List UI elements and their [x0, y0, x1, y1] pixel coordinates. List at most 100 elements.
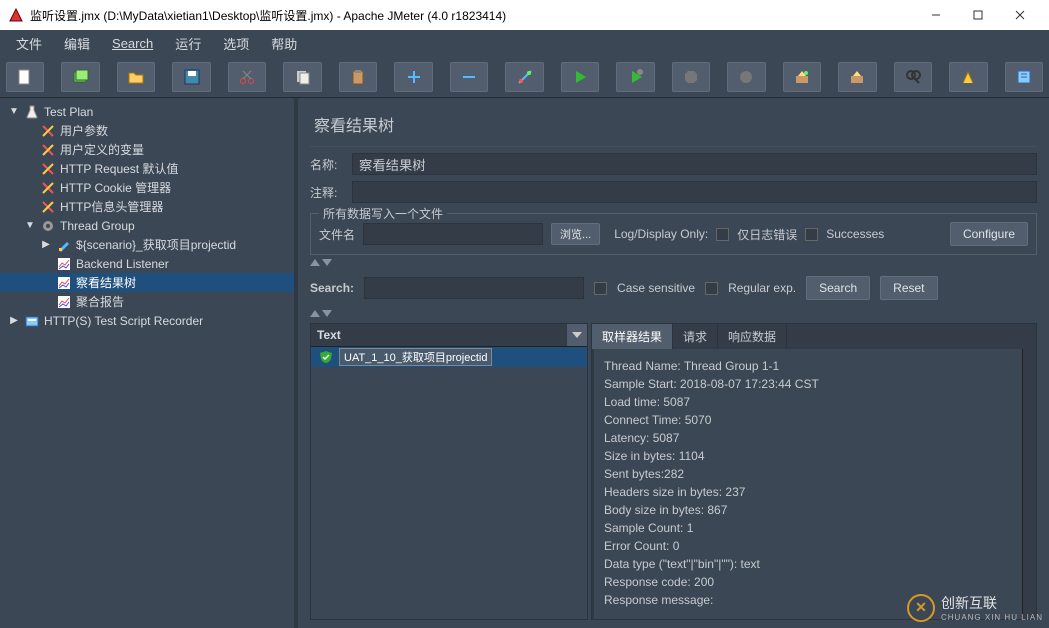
errors-only-label: 仅日志错误: [737, 226, 797, 243]
new-button[interactable]: [6, 62, 44, 92]
templates-button[interactable]: [61, 62, 99, 92]
tree-node[interactable]: 用户参数: [0, 121, 294, 140]
tree-node[interactable]: 用户定义的变量: [0, 140, 294, 159]
close-button[interactable]: [999, 1, 1041, 29]
wrench-icon: [40, 142, 56, 158]
detail-line: Response code: 200: [604, 573, 1012, 591]
case-sensitive-label: Case sensitive: [617, 281, 695, 295]
filename-input[interactable]: [363, 223, 543, 245]
wrench-icon: [40, 180, 56, 196]
tree-node-label: 聚合报告: [76, 293, 124, 310]
successes-checkbox[interactable]: [805, 228, 818, 241]
tree-toggle-icon[interactable]: ▼: [24, 220, 36, 231]
minimize-button[interactable]: [915, 1, 957, 29]
search-label: Search:: [310, 281, 354, 295]
shutdown-button[interactable]: [727, 62, 765, 92]
tree-toggle-icon[interactable]: ▼: [8, 106, 20, 117]
watermark-main: 创新互联: [941, 593, 1043, 613]
search-input[interactable]: [364, 277, 584, 299]
app-icon: [8, 7, 24, 23]
results-left-pane: Text UAT_1_10_获取项目projectid: [310, 323, 588, 620]
comment-input[interactable]: [352, 181, 1037, 203]
scrollbar[interactable]: [1022, 349, 1036, 619]
tree-node[interactable]: 察看结果树: [0, 273, 294, 292]
tree-toggle-icon[interactable]: ▶: [40, 239, 52, 250]
users-icon: [40, 123, 56, 139]
maximize-button[interactable]: [957, 1, 999, 29]
tree-toggle-icon[interactable]: ▶: [8, 315, 20, 326]
start-button[interactable]: [561, 62, 599, 92]
tree-node-label: 察看结果树: [76, 274, 136, 291]
tab-request[interactable]: 请求: [673, 324, 718, 349]
result-item-label: UAT_1_10_获取项目projectid: [339, 348, 492, 366]
collapse-marker-2[interactable]: [310, 310, 1037, 317]
open-button[interactable]: [117, 62, 155, 92]
menu-run[interactable]: 运行: [165, 31, 211, 56]
tab-sampler-result[interactable]: 取样器结果: [592, 324, 673, 349]
recorder-icon: [24, 313, 40, 329]
reset-search-button[interactable]: [949, 62, 987, 92]
menubar: 文件 编辑 Search 运行 选项 帮助: [0, 30, 1049, 56]
tree-node[interactable]: 聚合报告: [0, 292, 294, 311]
clear-button[interactable]: [783, 62, 821, 92]
tree-node-label: Thread Group: [60, 219, 135, 233]
tree-node[interactable]: HTTP Cookie 管理器: [0, 178, 294, 197]
gear-icon: [40, 218, 56, 234]
detail-line: Headers size in bytes: 237: [604, 483, 1012, 501]
menu-search[interactable]: Search: [102, 33, 163, 54]
menu-options[interactable]: 选项: [213, 31, 259, 56]
name-input[interactable]: [352, 153, 1037, 175]
collapse-marker-1[interactable]: [310, 259, 1037, 266]
successes-label: Successes: [826, 227, 884, 241]
start-notimers-button[interactable]: [616, 62, 654, 92]
tree-node[interactable]: ▼ Thread Group: [0, 216, 294, 235]
results-right-pane: 取样器结果 请求 响应数据 Thread Name: Thread Group …: [591, 323, 1037, 620]
regex-checkbox[interactable]: [705, 282, 718, 295]
function-helper-button[interactable]: [1005, 62, 1043, 92]
detail-line: Sent bytes:282: [604, 465, 1012, 483]
name-label: 名称:: [310, 156, 352, 173]
tree-node-label: 用户定义的变量: [60, 141, 144, 158]
renderer-combo[interactable]: Text: [311, 324, 587, 347]
watermark-logo-icon: ✕: [907, 594, 935, 622]
save-button[interactable]: [172, 62, 210, 92]
case-sensitive-checkbox[interactable]: [594, 282, 607, 295]
comment-label: 注释:: [310, 184, 352, 201]
search-button[interactable]: Search: [806, 276, 870, 300]
cut-button[interactable]: [228, 62, 266, 92]
watermark-sub: CHUANG XIN HU LIAN: [941, 613, 1043, 622]
detail-line: Data type ("text"|"bin"|""): text: [604, 555, 1012, 573]
reset-button[interactable]: Reset: [880, 276, 937, 300]
collapse-button[interactable]: [450, 62, 488, 92]
tree-node[interactable]: HTTP Request 默认值: [0, 159, 294, 178]
menu-file[interactable]: 文件: [6, 31, 52, 56]
toggle-button[interactable]: [505, 62, 543, 92]
tree-node[interactable]: ▼Test Plan: [0, 102, 294, 121]
tree-node[interactable]: Backend Listener: [0, 254, 294, 273]
tree-node-label: Backend Listener: [76, 257, 169, 271]
tree-node[interactable]: ▶${scenario}_获取项目projectid: [0, 235, 294, 254]
test-plan-tree[interactable]: ▼Test Plan用户参数用户定义的变量HTTP Request 默认值HTT…: [0, 98, 298, 628]
clear-all-button[interactable]: [838, 62, 876, 92]
tab-response-data[interactable]: 响应数据: [718, 324, 787, 349]
paste-button[interactable]: [339, 62, 377, 92]
watermark: ✕ 创新互联 CHUANG XIN HU LIAN: [907, 593, 1043, 622]
result-list[interactable]: UAT_1_10_获取项目projectid: [311, 347, 587, 619]
detail-line: Error Count: 0: [604, 537, 1012, 555]
tree-node[interactable]: HTTP信息头管理器: [0, 197, 294, 216]
stop-button[interactable]: [672, 62, 710, 92]
menu-edit[interactable]: 编辑: [54, 31, 100, 56]
copy-button[interactable]: [283, 62, 321, 92]
tree-node-label: HTTP(S) Test Script Recorder: [44, 314, 203, 328]
configure-button[interactable]: Configure: [950, 222, 1028, 246]
panel-title: 察看结果树: [310, 106, 1037, 147]
wrench-icon: [40, 199, 56, 215]
toolbar: [0, 56, 1049, 98]
tree-node[interactable]: ▶ HTTP(S) Test Script Recorder: [0, 311, 294, 330]
browse-button[interactable]: 浏览...: [551, 223, 600, 245]
search-tree-button[interactable]: [894, 62, 932, 92]
menu-help[interactable]: 帮助: [261, 31, 307, 56]
result-item[interactable]: UAT_1_10_获取项目projectid: [311, 347, 587, 367]
expand-button[interactable]: [394, 62, 432, 92]
errors-only-checkbox[interactable]: [716, 228, 729, 241]
